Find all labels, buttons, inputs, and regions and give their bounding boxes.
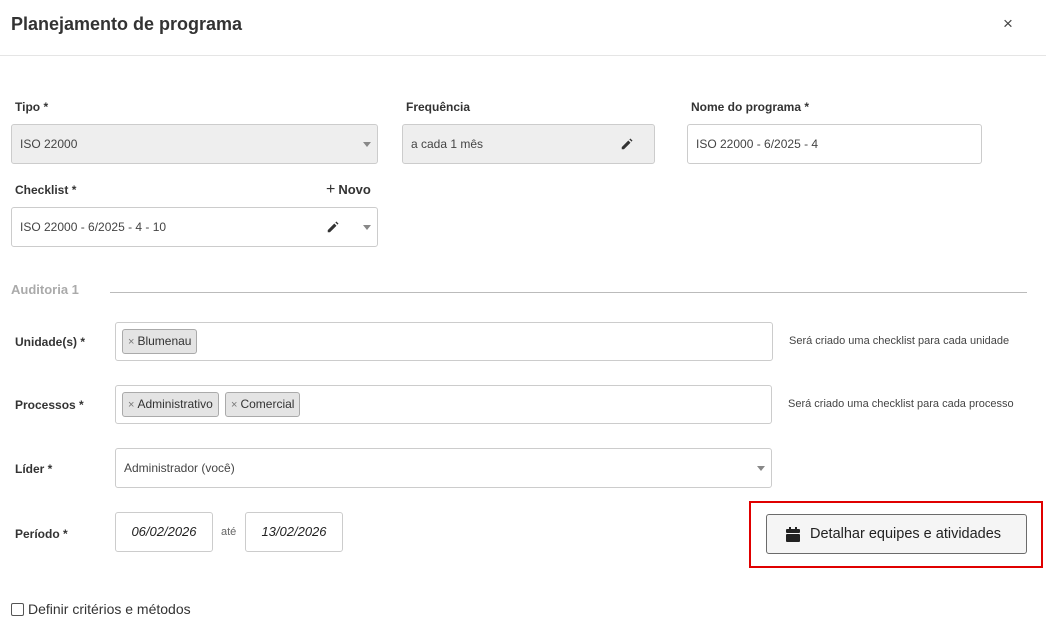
new-checklist-label: Novo bbox=[338, 182, 371, 197]
tag-label: Comercial bbox=[240, 397, 295, 411]
new-checklist-button[interactable]: + Novo bbox=[326, 181, 371, 199]
start-date-input[interactable]: 06/02/2026 bbox=[115, 512, 213, 552]
tag-administrativo: × Administrativo bbox=[122, 392, 219, 417]
detail-button-label: Detalhar equipes e atividades bbox=[810, 526, 1002, 542]
dialog-header: Planejamento de programa × bbox=[0, 0, 1046, 56]
tipo-label: Tipo * bbox=[15, 100, 49, 114]
chevron-down-icon bbox=[757, 466, 765, 471]
nome-input[interactable]: ISO 22000 - 6/2025 - 4 bbox=[687, 124, 982, 164]
processos-label: Processos * bbox=[15, 398, 84, 412]
dialog-title: Planejamento de programa bbox=[11, 14, 243, 34]
unidades-hint: Será criado uma checklist para cada unid… bbox=[789, 335, 1010, 347]
remove-tag-icon[interactable]: × bbox=[128, 399, 134, 411]
frequencia-label: Frequência bbox=[406, 100, 471, 114]
tag-comercial: × Comercial bbox=[225, 392, 301, 417]
chevron-down-icon bbox=[363, 225, 371, 230]
unidades-label: Unidade(s) * bbox=[15, 335, 86, 349]
pencil-icon[interactable] bbox=[620, 137, 634, 151]
plus-icon: + bbox=[326, 181, 336, 198]
periodo-label: Período * bbox=[15, 527, 68, 541]
section-title: Auditoria 1 bbox=[11, 282, 79, 297]
tag-blumenau: × Blumenau bbox=[122, 329, 198, 354]
pencil-icon[interactable] bbox=[326, 220, 340, 234]
checklist-select[interactable]: ISO 22000 - 6/2025 - 4 - 10 bbox=[11, 207, 378, 247]
checklist-value: ISO 22000 - 6/2025 - 4 - 10 bbox=[20, 220, 167, 234]
end-date-input[interactable]: 13/02/2026 bbox=[245, 512, 343, 552]
chevron-down-icon bbox=[363, 142, 371, 147]
unidades-multiselect[interactable]: × Blumenau bbox=[115, 322, 773, 361]
tag-label: Administrativo bbox=[137, 397, 213, 411]
nome-value: ISO 22000 - 6/2025 - 4 bbox=[696, 137, 819, 151]
close-icon[interactable]: × bbox=[998, 14, 1018, 34]
remove-tag-icon[interactable]: × bbox=[128, 336, 134, 348]
tipo-value: ISO 22000 bbox=[20, 137, 78, 151]
criteria-checkbox-row[interactable]: Definir critérios e métodos bbox=[11, 601, 191, 617]
calendar-icon bbox=[786, 527, 800, 542]
checklist-label: Checklist * bbox=[15, 183, 77, 197]
criteria-checkbox[interactable] bbox=[11, 603, 24, 616]
section-divider bbox=[110, 292, 1027, 293]
frequencia-field[interactable]: a cada 1 mês bbox=[402, 124, 655, 164]
detail-teams-button[interactable]: Detalhar equipes e atividades bbox=[766, 514, 1027, 554]
lider-value: Administrador (você) bbox=[124, 461, 235, 475]
lider-select[interactable]: Administrador (você) bbox=[115, 448, 772, 488]
date-separator: até bbox=[221, 526, 237, 538]
nome-label: Nome do programa * bbox=[691, 100, 810, 114]
processos-multiselect[interactable]: × Administrativo × Comercial bbox=[115, 385, 772, 424]
processos-hint: Será criado uma checklist para cada proc… bbox=[788, 398, 1014, 410]
frequencia-value: a cada 1 mês bbox=[411, 137, 484, 151]
lider-label: Líder * bbox=[15, 462, 53, 476]
remove-tag-icon[interactable]: × bbox=[231, 399, 237, 411]
tipo-select[interactable]: ISO 22000 bbox=[11, 124, 378, 164]
tag-label: Blumenau bbox=[137, 334, 192, 348]
criteria-checkbox-label: Definir critérios e métodos bbox=[28, 601, 191, 617]
